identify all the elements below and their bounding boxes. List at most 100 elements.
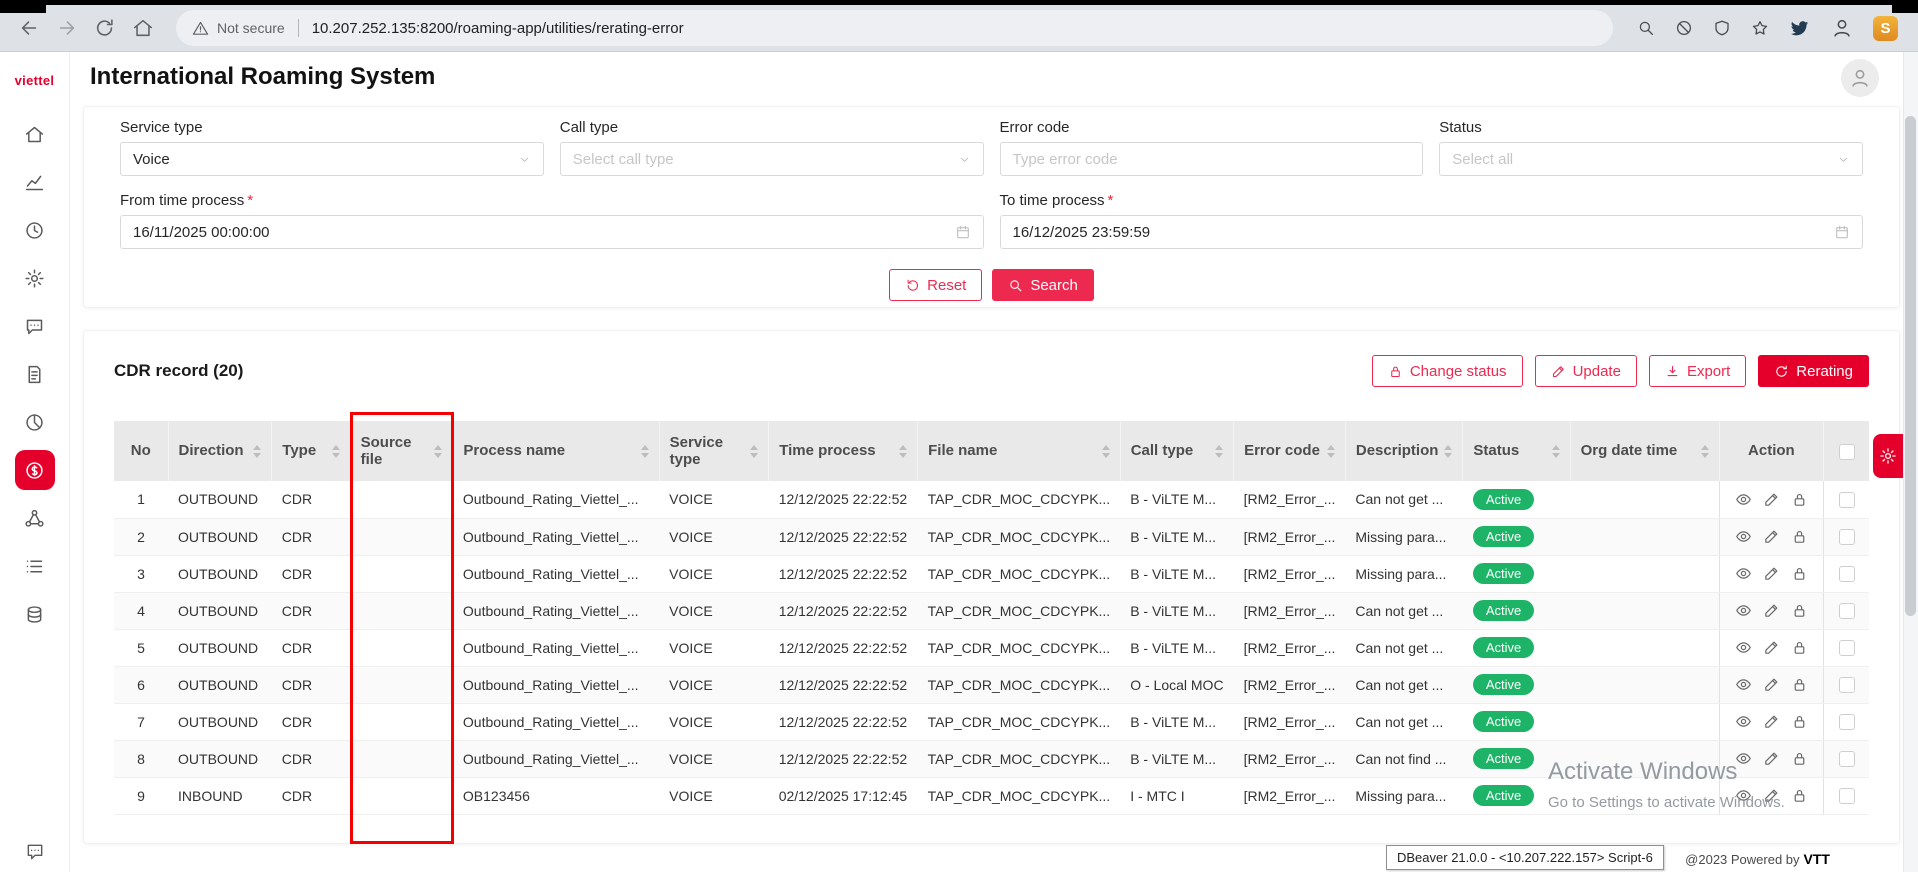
lock-button[interactable] — [1791, 713, 1808, 730]
browser-home-button[interactable] — [132, 17, 154, 39]
edit-button[interactable] — [1763, 713, 1780, 730]
row-checkbox[interactable] — [1839, 640, 1855, 656]
lock-button[interactable] — [1791, 565, 1808, 582]
row-checkbox[interactable] — [1839, 677, 1855, 693]
column-header-source-file[interactable]: Source file — [350, 421, 453, 481]
cell-type: CDR — [272, 518, 350, 555]
lock-button[interactable] — [1791, 750, 1808, 767]
select-all-checkbox[interactable] — [1839, 444, 1855, 460]
sidebar-item-messages[interactable] — [11, 302, 59, 350]
view-button[interactable] — [1735, 713, 1752, 730]
column-header-direction[interactable]: Direction — [168, 421, 272, 481]
browser-profile-icon[interactable] — [1831, 17, 1853, 39]
row-checkbox[interactable] — [1839, 714, 1855, 730]
sidebar-item-reports[interactable] — [11, 398, 59, 446]
lock-button[interactable] — [1791, 602, 1808, 619]
lock-button[interactable] — [1791, 787, 1808, 804]
status-select[interactable]: Select all — [1439, 142, 1863, 176]
row-checkbox[interactable] — [1839, 603, 1855, 619]
service-type-select[interactable]: Voice — [120, 142, 544, 176]
column-header-description[interactable]: Description — [1345, 421, 1463, 481]
sidebar-item-revenue[interactable] — [11, 590, 59, 638]
sidebar-item-dashboard[interactable] — [11, 158, 59, 206]
error-code-input[interactable]: Type error code — [1000, 142, 1424, 176]
row-checkbox[interactable] — [1839, 788, 1855, 804]
sidebar-item-support[interactable] — [0, 842, 70, 862]
cell-status: Active — [1463, 592, 1570, 629]
scrollbar-track — [1903, 52, 1918, 872]
from-time-input[interactable]: 16/11/2025 00:00:00 — [120, 215, 984, 249]
view-button[interactable] — [1735, 602, 1752, 619]
edit-button[interactable] — [1763, 602, 1780, 619]
column-header-type[interactable]: Type — [272, 421, 350, 481]
view-button[interactable] — [1735, 750, 1752, 767]
sidebar-item-network[interactable] — [11, 494, 59, 542]
cell-type: CDR — [272, 703, 350, 740]
sidebar-item-settings[interactable] — [11, 254, 59, 302]
view-button[interactable] — [1735, 528, 1752, 545]
zoom-icon[interactable] — [1637, 19, 1655, 37]
forward-button[interactable] — [56, 17, 78, 39]
sidebar-item-home[interactable] — [11, 110, 59, 158]
sidebar-item-documents[interactable] — [11, 350, 59, 398]
view-button[interactable] — [1735, 787, 1752, 804]
table-row: 4OUTBOUNDCDROutbound_Rating_Viettel_...V… — [114, 592, 1869, 629]
column-header-time-process[interactable]: Time process — [769, 421, 918, 481]
reload-button[interactable] — [94, 17, 116, 39]
update-button[interactable]: Update — [1535, 355, 1637, 387]
calendar-icon[interactable] — [955, 224, 971, 240]
call-type-select[interactable]: Select call type — [560, 142, 984, 176]
to-time-input[interactable]: 16/12/2025 23:59:59 — [1000, 215, 1864, 249]
edit-button[interactable] — [1763, 787, 1780, 804]
cell-call_type: B - ViLTE M... — [1120, 555, 1233, 592]
cell-org_date_time — [1570, 518, 1719, 555]
scrollbar-thumb[interactable] — [1905, 116, 1916, 616]
search-button[interactable]: Search — [992, 269, 1094, 301]
back-button[interactable] — [18, 17, 40, 39]
column-header-file-name[interactable]: File name — [918, 421, 1121, 481]
column-header-call-type[interactable]: Call type — [1120, 421, 1233, 481]
change-status-button[interactable]: Change status — [1372, 355, 1523, 387]
edit-button[interactable] — [1763, 676, 1780, 693]
shield-icon[interactable] — [1713, 19, 1731, 37]
security-label: Not secure — [217, 20, 285, 36]
calendar-icon[interactable] — [1834, 224, 1850, 240]
cell-service_type: VOICE — [659, 703, 769, 740]
column-header-status[interactable]: Status — [1463, 421, 1570, 481]
column-header-service-type[interactable]: Service type — [659, 421, 769, 481]
sidebar-item-billing-utilities[interactable] — [15, 450, 55, 490]
cell-org_date_time — [1570, 555, 1719, 592]
row-checkbox[interactable] — [1839, 492, 1855, 508]
reset-button[interactable]: Reset — [889, 269, 982, 301]
view-button[interactable] — [1735, 676, 1752, 693]
address-bar[interactable]: Not secure 10.207.252.135:8200/roaming-a… — [176, 10, 1613, 46]
edit-button[interactable] — [1763, 639, 1780, 656]
column-header-org-date-time[interactable]: Org date time — [1570, 421, 1719, 481]
edit-button[interactable] — [1763, 565, 1780, 582]
export-button[interactable]: Export — [1649, 355, 1746, 387]
bird-extension-icon[interactable] — [1789, 17, 1811, 39]
edit-button[interactable] — [1763, 491, 1780, 508]
column-header-error-code[interactable]: Error code — [1234, 421, 1346, 481]
lock-button[interactable] — [1791, 639, 1808, 656]
view-button[interactable] — [1735, 639, 1752, 656]
rerating-button[interactable]: Rerating — [1758, 355, 1869, 387]
edit-button[interactable] — [1763, 528, 1780, 545]
lock-button[interactable] — [1791, 491, 1808, 508]
row-checkbox[interactable] — [1839, 751, 1855, 767]
s-extension-icon[interactable]: S — [1873, 16, 1898, 41]
edit-button[interactable] — [1763, 750, 1780, 767]
favorites-star-icon[interactable] — [1751, 19, 1769, 37]
sidebar-item-records[interactable] — [11, 542, 59, 590]
blocker-icon[interactable] — [1675, 19, 1693, 37]
lock-button[interactable] — [1791, 528, 1808, 545]
column-header-process-name[interactable]: Process name — [453, 421, 659, 481]
avatar[interactable] — [1841, 59, 1879, 97]
settings-fab[interactable] — [1873, 434, 1903, 478]
row-checkbox[interactable] — [1839, 529, 1855, 545]
lock-button[interactable] — [1791, 676, 1808, 693]
view-button[interactable] — [1735, 565, 1752, 582]
row-checkbox[interactable] — [1839, 566, 1855, 582]
view-button[interactable] — [1735, 491, 1752, 508]
sidebar-item-history[interactable] — [11, 206, 59, 254]
